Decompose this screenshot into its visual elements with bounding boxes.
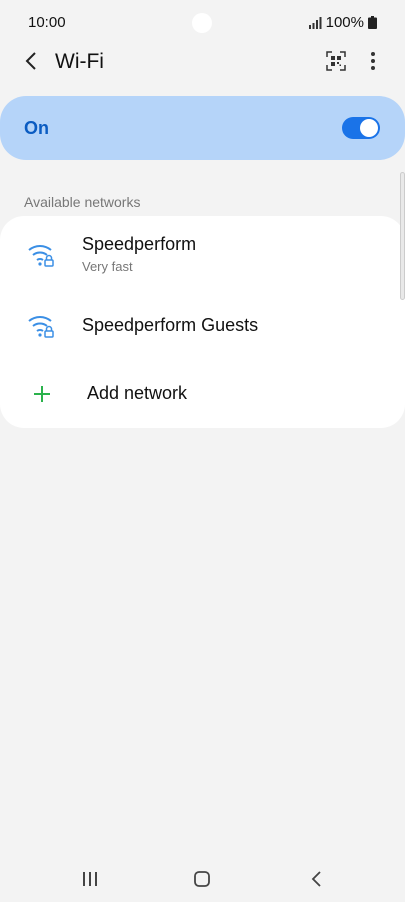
network-speed: Very fast (82, 259, 133, 274)
battery-icon (368, 16, 377, 29)
network-list-card: Speedperform Very fast Speedperform Gues… (0, 216, 405, 428)
app-bar: Wi-Fi (0, 40, 405, 84)
network-name: Speedperform Guests (82, 315, 259, 335)
home-icon[interactable] (193, 870, 211, 888)
page-title: Wi-Fi (55, 50, 104, 73)
plus-icon (34, 386, 50, 402)
master-toggle-label: On (24, 118, 49, 138)
wifi-lock-icon (28, 316, 54, 338)
wifi-switch[interactable] (342, 117, 380, 139)
add-network-button[interactable]: Add network (0, 360, 405, 428)
switch-knob (360, 119, 378, 137)
scrollbar[interactable] (400, 172, 405, 300)
back-arrow-icon[interactable] (20, 49, 44, 73)
recents-icon[interactable] (80, 870, 100, 888)
wifi-master-toggle[interactable]: On (0, 96, 405, 160)
camera-cutout (192, 13, 212, 33)
signal-icon (308, 16, 322, 29)
status-right: 100% (308, 14, 377, 31)
network-name: Speedperform (82, 234, 197, 254)
network-item-speedperform[interactable]: Speedperform Very fast (0, 216, 405, 298)
nav-back-icon[interactable] (309, 870, 323, 888)
wifi-lock-icon (28, 245, 54, 267)
status-bar: 10:00 100% (0, 0, 405, 44)
add-network-label: Add network (87, 383, 188, 403)
status-time: 10:00 (28, 14, 66, 31)
qr-code-icon[interactable] (324, 49, 348, 73)
navigation-bar (0, 858, 405, 902)
section-available-networks: Available networks (24, 194, 141, 210)
battery-percent: 100% (325, 14, 364, 31)
more-options-icon[interactable] (363, 49, 383, 73)
network-item-speedperform-guests[interactable]: Speedperform Guests (0, 298, 405, 360)
